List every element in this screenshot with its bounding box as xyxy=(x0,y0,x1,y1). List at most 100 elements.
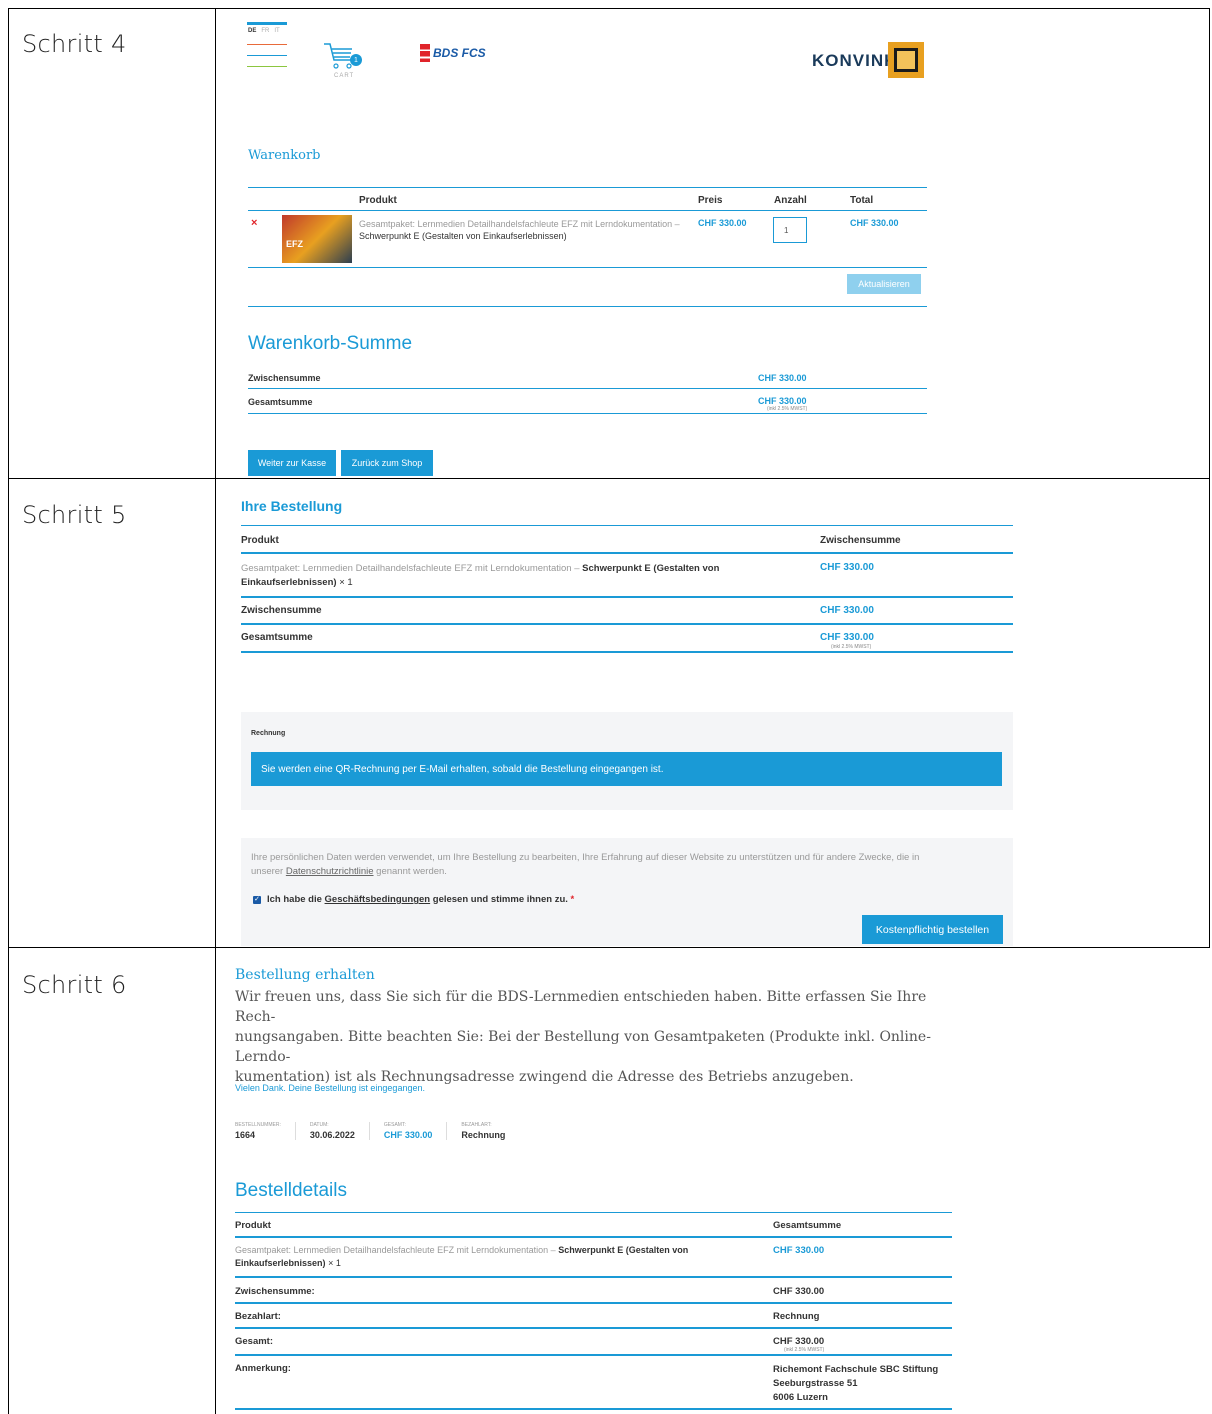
bds-flag-icon xyxy=(420,44,430,62)
col-header-product: Produkt xyxy=(241,535,279,546)
summary-bottom-rule xyxy=(248,413,927,414)
subtotal-value: CHF 330.00 xyxy=(758,373,807,383)
lang-fr[interactable]: FR xyxy=(261,28,269,34)
details-item-name: Gesamtpaket: Lernmedien Detailhandelsfac… xyxy=(235,1244,755,1270)
details-row-label: Zwischensumme: xyxy=(235,1286,315,1297)
payment-notice: Sie werden eine QR-Rechnung per E-Mail e… xyxy=(251,752,1002,786)
cart-item-rule xyxy=(248,267,927,268)
cart-summary-title: Warenkorb-Summe xyxy=(248,333,413,354)
table-grid xyxy=(0,0,1212,1414)
vat-note: (inkl 2.5% MWST) xyxy=(831,644,872,650)
summary-rule xyxy=(248,388,927,389)
lang-it[interactable]: IT xyxy=(274,28,279,34)
terms-checkbox[interactable]: ✓ xyxy=(253,896,261,904)
required-mark: * xyxy=(570,894,575,905)
item-total: CHF 330.00 xyxy=(850,218,899,228)
order-intro-text: Wir freuen uns, dass Sie sich für die BD… xyxy=(235,987,955,1087)
language-switcher[interactable]: DE FR IT xyxy=(248,28,280,34)
terms-label: Ich habe die Geschäftsbedingungen gelese… xyxy=(267,894,574,905)
meta-value: Rechnung xyxy=(461,1130,506,1140)
step-label: Schritt 4 xyxy=(22,30,127,58)
quantity-input[interactable]: 1 xyxy=(773,217,807,243)
item-name-prefix: Gesamtpaket: Lernmedien Detailhandelsfac… xyxy=(235,1245,556,1255)
item-quantity: × 1 xyxy=(339,577,353,588)
privacy-policy-link[interactable]: Datenschutzrichtlinie xyxy=(286,866,374,877)
order-total: GESAMT: CHF 330.00 xyxy=(370,1122,448,1140)
table-border-right xyxy=(1209,8,1210,948)
item-quantity: × 1 xyxy=(328,1258,341,1268)
details-row-rule xyxy=(235,1327,952,1329)
order-review-title: Ihre Bestellung xyxy=(241,498,343,514)
thumbnail-text: EFZ xyxy=(286,239,303,249)
table-row-divider xyxy=(8,478,1210,479)
privacy-text-line: Ihre persönlichen Daten werden verwendet… xyxy=(251,852,920,863)
cart-table-top-rule xyxy=(248,187,927,188)
meta-value: 1664 xyxy=(235,1130,256,1140)
cart-title: Warenkorb xyxy=(248,148,321,163)
meta-value: CHF 330.00 xyxy=(383,1130,433,1140)
table-border-top xyxy=(8,8,1210,9)
details-row-value: CHF 330.00 xyxy=(773,1286,825,1297)
cart-count-badge: 1 xyxy=(350,54,362,66)
table-column-divider xyxy=(215,8,216,1414)
order-overview: BESTELLNUMMER: 1664 DATUM: 30.06.2022 GE… xyxy=(235,1122,519,1140)
order-item-value: CHF 330.00 xyxy=(820,562,874,573)
details-row-rule xyxy=(235,1354,952,1356)
meta-label: BEZAHLART: xyxy=(461,1122,492,1128)
details-top-rule xyxy=(235,1212,952,1213)
item-price: CHF 330.00 xyxy=(698,218,747,228)
checkout-button[interactable]: Weiter zur Kasse xyxy=(248,450,336,476)
address-line: Seeburgstrasse 51 xyxy=(773,1378,858,1389)
cart-button[interactable]: 1 CART xyxy=(322,40,368,80)
konvink-logo-icon xyxy=(888,42,924,78)
terms-text: Ich habe die xyxy=(267,894,322,905)
cart-item-name[interactable]: Gesamtpaket: Lernmedien Detailhandelsfac… xyxy=(359,218,695,242)
vat-note: (inkl 2.5% MWST) xyxy=(767,406,808,412)
details-row-label: Bezahlart: xyxy=(235,1311,281,1322)
subtotal-label: Zwischensumme xyxy=(241,605,322,616)
details-bottom-rule xyxy=(235,1408,952,1410)
meta-label: DATUM: xyxy=(309,1122,329,1128)
place-order-button[interactable]: Kostenpflichtig bestellen xyxy=(862,915,1003,944)
back-to-shop-button[interactable]: Zurück zum Shop xyxy=(341,450,433,476)
remove-item-icon[interactable]: × xyxy=(251,217,257,229)
col-header-subtotal: Zwischensumme xyxy=(820,535,901,546)
intro-line: Wir freuen uns, dass Sie sich für die BD… xyxy=(235,989,927,1025)
col-header-total: Total xyxy=(850,195,874,206)
item-name-prefix: Gesamtpaket: Lernmedien Detailhandelsfac… xyxy=(241,563,580,574)
total-label: Gesamtsumme xyxy=(241,632,313,643)
terms-link[interactable]: Geschäftsbedingungen xyxy=(325,894,431,905)
col-header-total: Gesamtsumme xyxy=(773,1220,842,1231)
details-row-value: CHF 330.00 xyxy=(773,1336,825,1347)
meta-label: GESAMT: xyxy=(383,1122,406,1128)
hamburger-menu-icon[interactable] xyxy=(247,44,287,68)
details-header-rule xyxy=(235,1236,952,1238)
item-name-variant: Schwerpunkt E (Gestalten von Einkaufserl… xyxy=(359,231,567,241)
product-thumbnail[interactable]: EFZ xyxy=(282,215,352,263)
update-cart-button[interactable]: Aktualisieren xyxy=(847,274,921,294)
details-row-rule xyxy=(235,1302,952,1304)
intro-line: nungsangaben. Bitte beachten Sie: Bei de… xyxy=(235,1029,931,1065)
privacy-text-line: unserer xyxy=(251,866,284,877)
note-address: Richemont Fachschule SBC Stiftung Seebur… xyxy=(773,1363,938,1405)
subtotal-value: CHF 330.00 xyxy=(820,605,874,616)
cart-header-rule xyxy=(248,210,927,211)
konvink-logo: KONVINK xyxy=(812,51,898,70)
table-border-left xyxy=(8,8,9,1414)
order-details-title: Bestelldetails xyxy=(235,1180,347,1201)
subtotal-label: Zwischensumme xyxy=(248,373,321,383)
subtotal-rule xyxy=(241,623,1013,625)
total-rule xyxy=(241,651,1013,653)
order-item-name: Gesamtpaket: Lernmedien Detailhandelsfac… xyxy=(241,562,801,590)
order-header-rule xyxy=(241,552,1013,554)
cart-bottom-rule xyxy=(248,306,927,307)
item-name-variant: Schwerpunkt E (Gestalten von xyxy=(558,1245,689,1255)
order-number: BESTELLNUMMER: 1664 xyxy=(235,1122,296,1140)
address-line: 6006 Luzern xyxy=(773,1392,828,1403)
col-header-qty: Anzahl xyxy=(774,195,807,206)
order-payment-method: BEZAHLART: Rechnung xyxy=(447,1122,519,1140)
total-label: Gesamtsumme xyxy=(248,397,313,407)
order-date: DATUM: 30.06.2022 xyxy=(296,1122,370,1140)
address-line: Richemont Fachschule SBC Stiftung xyxy=(773,1364,939,1375)
lang-de[interactable]: DE xyxy=(248,28,256,34)
